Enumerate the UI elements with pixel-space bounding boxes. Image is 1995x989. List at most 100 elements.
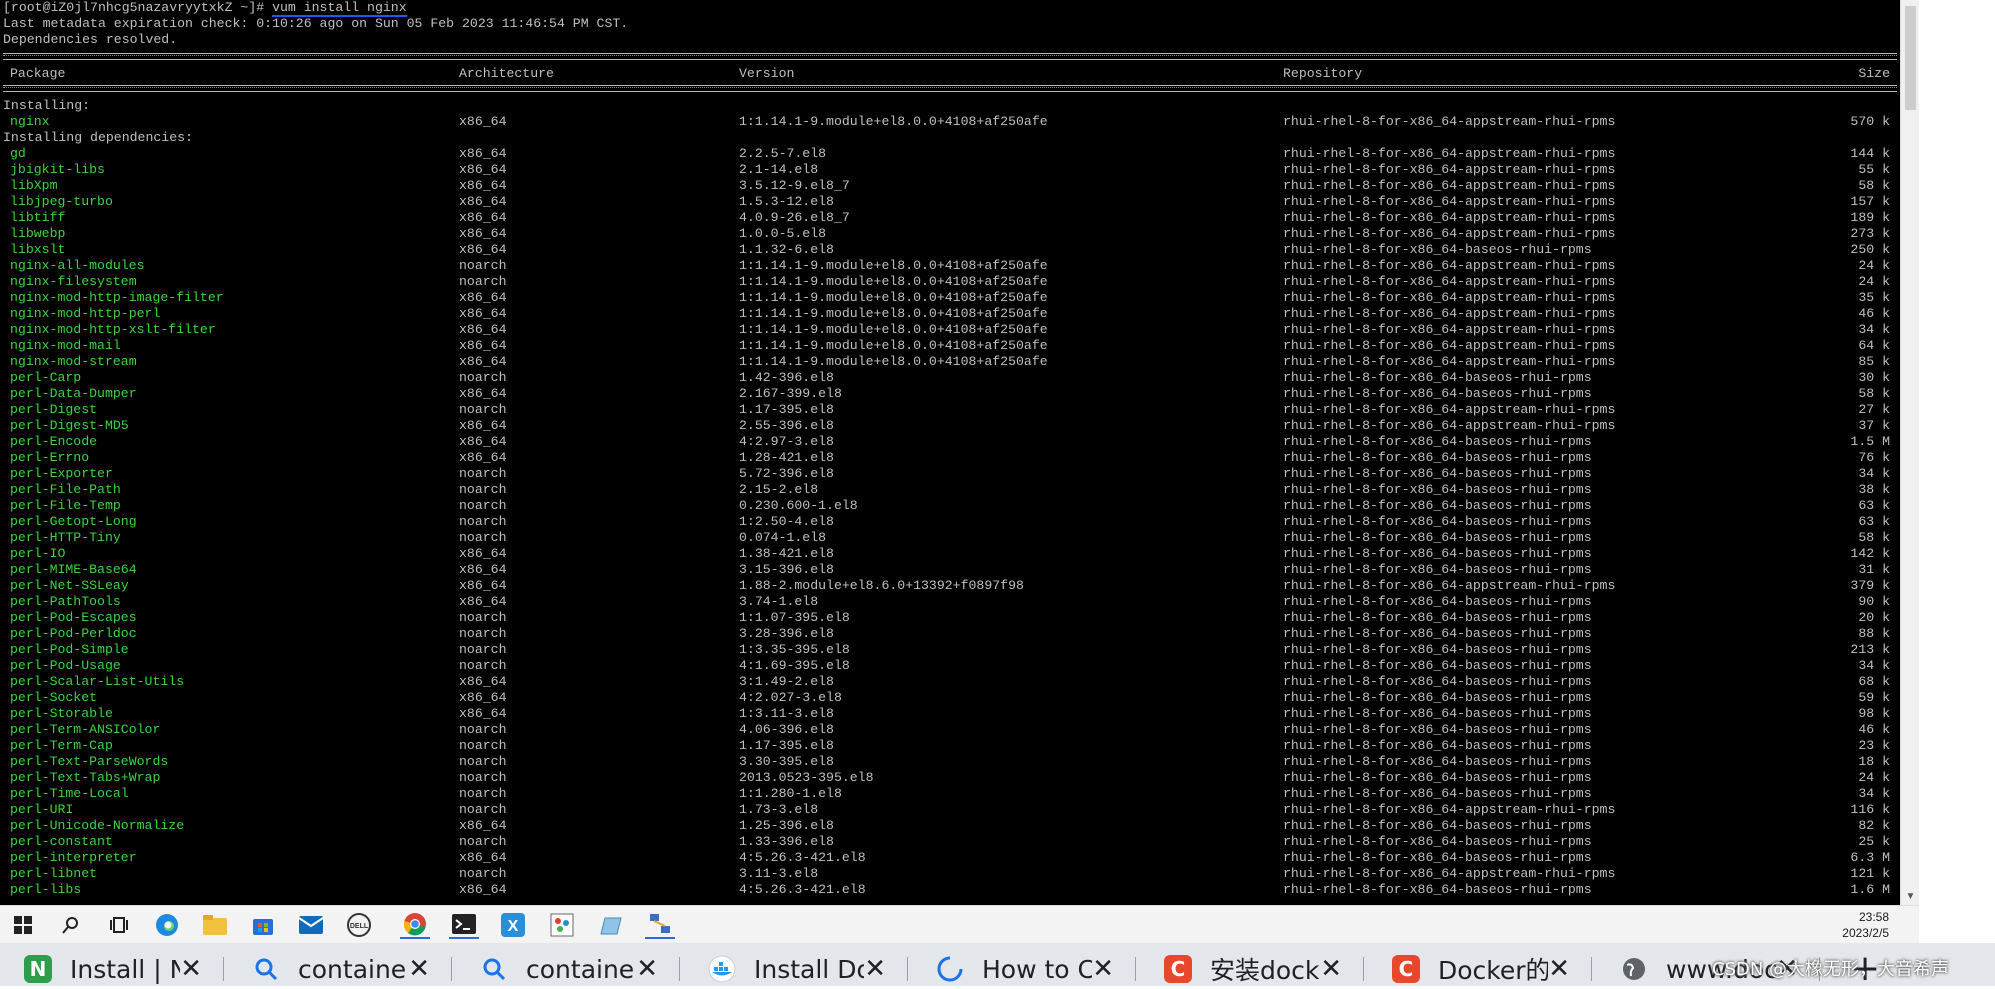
package-cell: libxslt — [10, 242, 66, 257]
version-cell: 3.11-3.el8 — [739, 866, 819, 881]
close-tab-icon[interactable]: ✕ — [636, 954, 658, 984]
terminal-scrollbar[interactable]: ▼ — [1900, 0, 1920, 905]
close-tab-icon[interactable]: ✕ — [408, 954, 430, 984]
size-cell: 59 k — [1858, 690, 1890, 705]
table-row: perl-Term-ANSIColor noarch 4.06-396.el8 rhu… — [0, 722, 1900, 738]
repo-cell: rhui-rhel-8-for-x86_64-baseos-rhui-rpms — [1283, 530, 1592, 545]
arch-cell: x86_64 — [459, 146, 507, 161]
network-icon[interactable] — [645, 911, 675, 939]
arch-cell: x86_64 — [459, 210, 507, 225]
package-cell: perl-Digest — [10, 402, 98, 417]
size-cell: 116 k — [1850, 802, 1890, 817]
browser-tab[interactable]: How to C ✕ — [922, 951, 1136, 986]
arch-cell: noarch — [459, 514, 507, 529]
package-cell: perl-Storable — [10, 706, 113, 721]
table-row: nginx-mod-mail x86_64 1:1.14.1-9.module+el… — [0, 338, 1900, 354]
table-row: perl-Errno x86_64 1.28-421.el8 rhui-rhel-8-… — [0, 450, 1900, 466]
arch-cell: x86_64 — [459, 818, 507, 833]
arch-cell: x86_64 — [459, 562, 507, 577]
file-explorer-icon[interactable] — [200, 911, 230, 939]
close-tab-icon[interactable]: ✕ — [1320, 954, 1342, 984]
repo-cell: rhui-rhel-8-for-x86_64-appstream-rhui-rp… — [1283, 338, 1616, 353]
size-cell: 379 k — [1850, 578, 1890, 593]
tab-title: 安装dock — [1210, 956, 1320, 985]
header-size: Size — [1858, 66, 1890, 81]
repo-cell: rhui-rhel-8-for-x86_64-baseos-rhui-rpms — [1283, 434, 1592, 449]
paint-icon[interactable] — [547, 911, 577, 939]
size-cell: 121 k — [1850, 866, 1890, 881]
terminal-icon[interactable] — [449, 911, 479, 939]
repo-cell: rhui-rhel-8-for-x86_64-appstream-rhui-rp… — [1283, 194, 1616, 209]
size-cell: 98 k — [1858, 706, 1890, 721]
size-cell: 1.5 M — [1850, 434, 1890, 449]
browser-tab[interactable]: C 安装dock ✕ — [1150, 951, 1364, 986]
scroll-down-arrow-icon[interactable]: ▼ — [1903, 891, 1918, 903]
repo-cell: rhui-rhel-8-for-x86_64-baseos-rhui-rpms — [1283, 610, 1592, 625]
table-row: libjpeg-turbo x86_64 1.5.3-12.el8 rhui-rhel… — [0, 194, 1900, 210]
close-tab-icon[interactable]: ✕ — [1092, 954, 1114, 984]
version-cell: 1.1.32-6.el8 — [739, 242, 834, 257]
system-clock[interactable]: 23:58 2023/2/5 — [1842, 909, 1889, 941]
package-cell: perl-Socket — [10, 690, 98, 705]
table-row: perl-MIME-Base64 x86_64 3.15-396.el8 rhui-r… — [0, 562, 1900, 578]
close-tab-icon[interactable]: ✕ — [180, 954, 202, 984]
size-cell: 34 k — [1858, 466, 1890, 481]
package-cell: perl-interpreter — [10, 850, 137, 865]
browser-tab[interactable]: Install Do ✕ — [694, 951, 908, 986]
repo-cell: rhui-rhel-8-for-x86_64-appstream-rhui-rp… — [1283, 146, 1616, 161]
size-cell: 144 k — [1850, 146, 1890, 161]
arch-cell: x86_64 — [459, 578, 507, 593]
browser-tab[interactable]: C Docker的 ✕ — [1378, 951, 1592, 986]
svg-text:DELL: DELL — [350, 923, 369, 930]
repo-cell: rhui-rhel-8-for-x86_64-appstream-rhui-rp… — [1283, 210, 1616, 225]
version-cell: 1.25-396.el8 — [739, 818, 834, 833]
size-cell: 35 k — [1858, 290, 1890, 305]
size-cell: 58 k — [1858, 386, 1890, 401]
package-cell: perl-libs — [10, 882, 82, 897]
dell-icon[interactable]: DELL — [344, 911, 374, 939]
arch-cell: noarch — [459, 866, 507, 881]
table-row: perl-Text-ParseWords noarch 3.30-395.el8 rh… — [0, 754, 1900, 770]
repo-cell: rhui-rhel-8-for-x86_64-baseos-rhui-rpms — [1283, 658, 1592, 673]
size-cell: 25 k — [1858, 834, 1890, 849]
close-tab-icon[interactable]: ✕ — [1548, 954, 1570, 984]
version-cell: 2.167-399.el8 — [739, 386, 842, 401]
version-cell: 1:3.35-395.el8 — [739, 642, 850, 657]
edge-icon[interactable] — [152, 911, 182, 939]
prompt: [root@iZ0jl7nhcg5nazavryytxkZ ~]# — [3, 0, 273, 15]
package-cell: perl-Carp — [10, 370, 82, 385]
windows-start-icon[interactable] — [8, 911, 38, 939]
search-icon[interactable] — [56, 911, 86, 939]
tab-title: Docker的 — [1438, 956, 1548, 985]
files-icon[interactable] — [596, 911, 626, 939]
size-cell: 23 k — [1858, 738, 1890, 753]
scrollbar-thumb[interactable] — [1905, 6, 1916, 110]
arch-cell: x86_64 — [459, 882, 507, 897]
browser-tab-strip: N Install | N ✕ containe ✕ containe ✕ Install D… — [0, 943, 1995, 986]
arch-cell: noarch — [459, 802, 507, 817]
header-arch: Architecture — [459, 66, 554, 81]
table-row: perl-Pod-Perldoc noarch 3.28-396.el8 rhui-r… — [0, 626, 1900, 642]
store-icon[interactable] — [248, 911, 278, 939]
browser-tab[interactable]: N Install | N ✕ — [10, 951, 224, 986]
repo-cell: rhui-rhel-8-for-x86_64-appstream-rhui-rp… — [1283, 866, 1616, 881]
terminal-window[interactable]: [root@iZ0jl7nhcg5nazavryytxkZ ~]# vum in… — [0, 0, 1900, 905]
task-view-icon[interactable] — [104, 911, 134, 939]
version-cell: 1:3.11-3.el8 — [739, 706, 834, 721]
browser-tab[interactable]: containe ✕ — [466, 951, 680, 986]
close-tab-icon[interactable]: ✕ — [864, 954, 886, 984]
repo-cell: rhui-rhel-8-for-x86_64-appstream-rhui-rp… — [1283, 258, 1616, 273]
tab-divider — [1135, 957, 1136, 981]
arch-cell: noarch — [459, 738, 507, 753]
separator-header — [3, 85, 1897, 92]
chrome-icon[interactable] — [400, 911, 430, 939]
mail-icon[interactable] — [296, 911, 326, 939]
browser-tab[interactable]: containe ✕ — [238, 951, 452, 986]
xshell-icon[interactable]: X — [498, 911, 528, 939]
size-cell: 157 k — [1850, 194, 1890, 209]
package-cell: libtiff — [10, 210, 66, 225]
package-cell: perl-Scalar-List-Utils — [10, 674, 185, 689]
arch-cell: x86_64 — [459, 290, 507, 305]
version-cell: 0.074-1.el8 — [739, 530, 827, 545]
table-row: nginx x86_64 1:1.14.1-9.module+el8.0.0+410… — [0, 114, 1900, 130]
